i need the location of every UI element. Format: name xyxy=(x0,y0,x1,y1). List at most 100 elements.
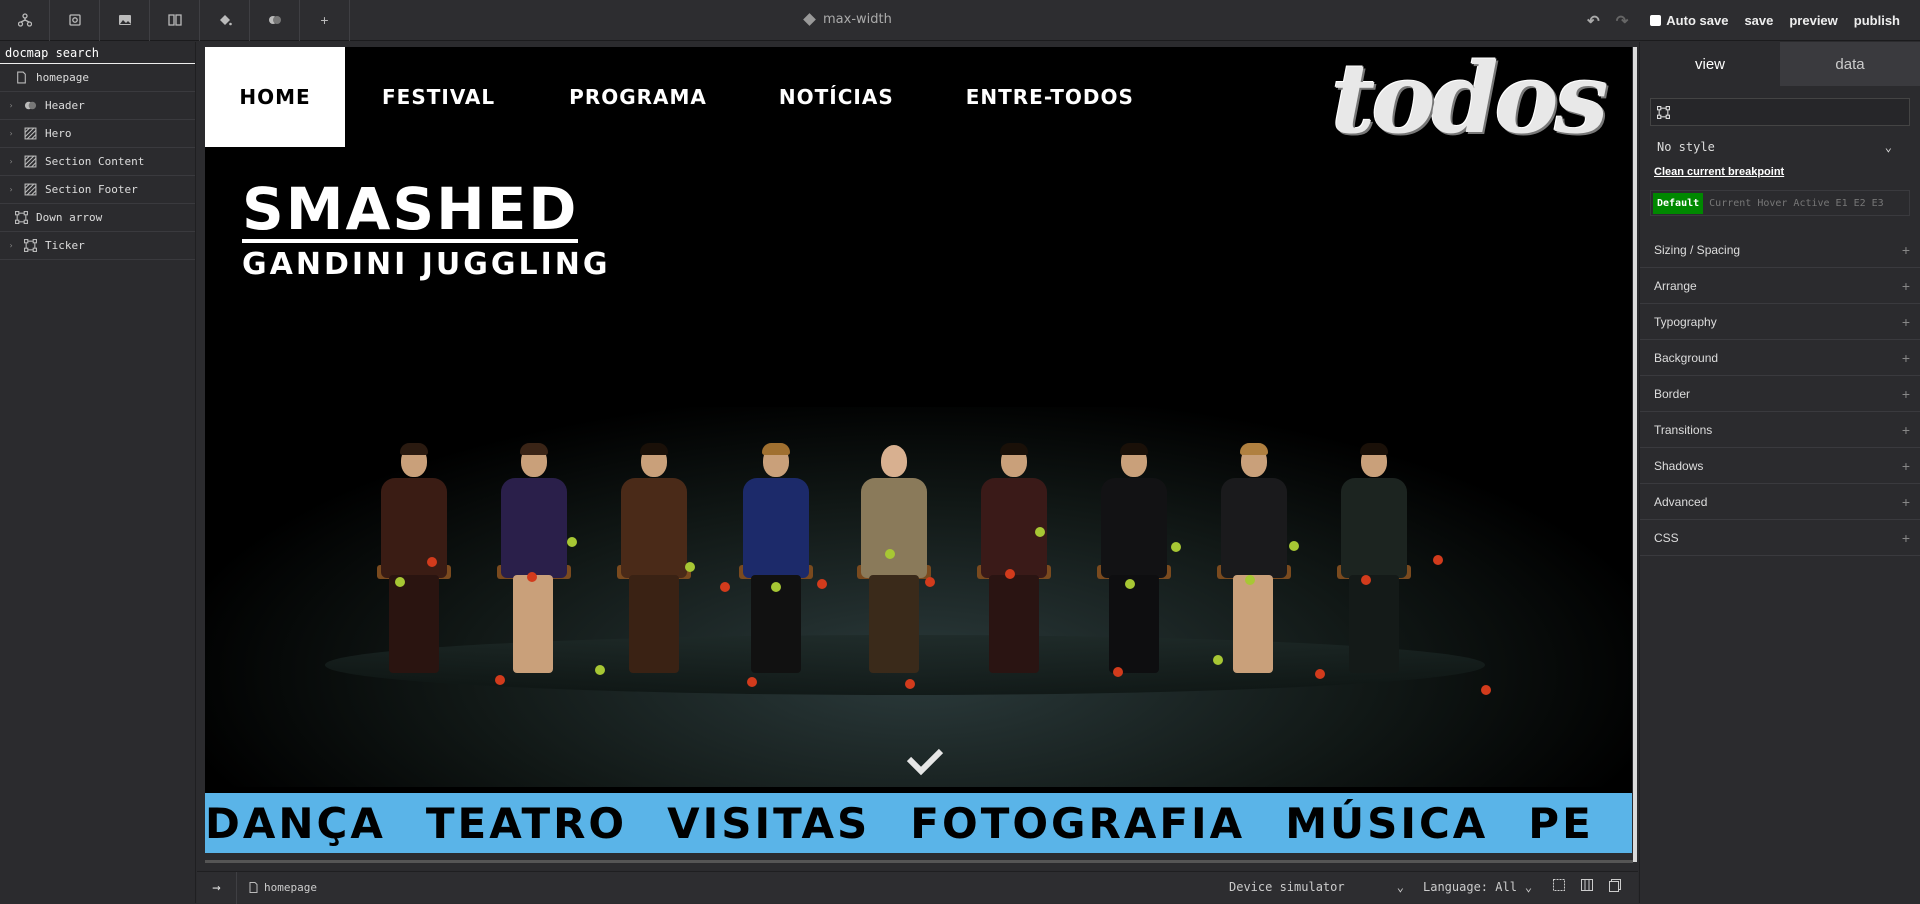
state-e2[interactable]: E2 xyxy=(1854,198,1866,209)
tab-view[interactable]: view xyxy=(1640,42,1780,86)
clean-breakpoint-link[interactable]: Clean current breakpoint xyxy=(1654,166,1920,178)
element-selector-field[interactable] xyxy=(1650,98,1910,126)
hero-subtitle[interactable]: GANDINI JUGGLING xyxy=(242,247,611,282)
undo-icon[interactable]: ↶ xyxy=(1587,12,1600,30)
plus-icon: + xyxy=(1901,313,1910,330)
preview-button[interactable]: preview xyxy=(1789,13,1837,28)
section-shadows[interactable]: Shadows + xyxy=(1640,448,1920,484)
frame-icon xyxy=(23,239,37,252)
paint-bucket-icon[interactable] xyxy=(200,0,250,41)
nav-programa[interactable]: PROGRAMA xyxy=(569,47,707,147)
state-e3[interactable]: E3 xyxy=(1872,198,1884,209)
tab-data[interactable]: data xyxy=(1780,42,1920,86)
autosave-toggle[interactable]: Auto save xyxy=(1650,13,1728,28)
hero-title[interactable]: SMASHED xyxy=(242,179,579,243)
chevron-down-icon: ⌄ xyxy=(1396,880,1404,894)
language-select[interactable]: Language: All ⌄ xyxy=(1423,880,1532,894)
plus-icon: + xyxy=(1901,349,1910,366)
performer xyxy=(493,443,573,695)
ticker-word: FOTOGRAFIA xyxy=(910,798,1246,848)
section-arrange[interactable]: Arrange + xyxy=(1640,268,1920,304)
section-css[interactable]: CSS + xyxy=(1640,520,1920,556)
docmap-item-hero[interactable]: › Hero xyxy=(0,120,195,148)
section-typography[interactable]: Typography + xyxy=(1640,304,1920,340)
outline-view-icon[interactable] xyxy=(1552,878,1566,892)
state-active[interactable]: Active xyxy=(1793,198,1829,209)
autosave-label: Auto save xyxy=(1666,13,1729,28)
current-page[interactable]: homepage xyxy=(249,881,317,894)
publish-button[interactable]: publish xyxy=(1854,13,1900,28)
autosave-checkbox[interactable] xyxy=(1650,15,1662,26)
ticker-word: DANÇA xyxy=(205,798,386,848)
expand-arrow-icon[interactable]: › xyxy=(5,129,17,138)
site-logo[interactable]: todos xyxy=(1331,51,1609,147)
apple xyxy=(1289,541,1299,551)
diamond-icon xyxy=(803,13,816,26)
performer xyxy=(1333,443,1413,695)
state-current[interactable]: Current xyxy=(1709,198,1751,209)
pages-view-icon[interactable] xyxy=(1608,878,1622,892)
expand-arrow-icon[interactable]: › xyxy=(5,185,17,194)
section-label: Typography xyxy=(1654,314,1717,329)
docmap-item-homepage[interactable]: homepage xyxy=(0,64,195,92)
docmap-item-ticker[interactable]: › Ticker xyxy=(0,232,195,260)
section-background[interactable]: Background + xyxy=(1640,340,1920,376)
nav-festival[interactable]: FESTIVAL xyxy=(382,47,495,147)
docmap-search-input[interactable]: docmap search xyxy=(0,42,195,64)
expand-arrow-icon[interactable]: › xyxy=(5,241,17,250)
plus-icon: + xyxy=(1901,421,1910,438)
plus-icon: + xyxy=(1901,241,1910,258)
plus-icon: + xyxy=(1901,529,1910,546)
docmap-item-label: Down arrow xyxy=(36,211,103,224)
section-label: CSS xyxy=(1654,530,1679,545)
performer xyxy=(853,445,933,695)
canvas-horizontal-scrollbar[interactable] xyxy=(205,860,1633,863)
arrow-right-icon[interactable]: → xyxy=(197,871,237,904)
down-arrow-icon[interactable] xyxy=(905,747,945,777)
chevron-down-icon: ⌄ xyxy=(1524,880,1533,894)
image-icon[interactable] xyxy=(100,0,150,41)
redo-icon[interactable]: ↷ xyxy=(1616,12,1629,30)
apple xyxy=(1005,569,1015,579)
save-button[interactable]: save xyxy=(1744,13,1773,28)
section-advanced[interactable]: Advanced + xyxy=(1640,484,1920,520)
nav-home[interactable]: HOME xyxy=(205,47,345,147)
expand-arrow-icon[interactable]: › xyxy=(5,157,17,166)
docmap-item-down-arrow[interactable]: Down arrow xyxy=(0,204,195,232)
site-nav: HOME FESTIVAL PROGRAMA NOTÍCIAS ENTRE-TO… xyxy=(205,47,1134,147)
state-selector: Default Current Hover Active E1 E2 E3 xyxy=(1650,190,1910,216)
nav-entre-todos[interactable]: ENTRE-TODOS xyxy=(966,47,1134,147)
section-border[interactable]: Border + xyxy=(1640,376,1920,412)
component-icon[interactable] xyxy=(50,0,100,41)
docmap-item-section-footer[interactable]: › Section Footer xyxy=(0,176,195,204)
apple xyxy=(495,675,505,685)
apple xyxy=(905,679,915,689)
columns-view-icon[interactable] xyxy=(1580,878,1594,892)
section-transitions[interactable]: Transitions + xyxy=(1640,412,1920,448)
docmap-item-header[interactable]: › Header xyxy=(0,92,195,120)
apple xyxy=(595,665,605,675)
state-default[interactable]: Default xyxy=(1653,192,1704,214)
inspector-panel: view data No style ⌄ Clean current break… xyxy=(1639,42,1920,903)
state-e1[interactable]: E1 xyxy=(1836,198,1848,209)
sitemap-icon[interactable] xyxy=(0,0,50,41)
device-simulator-select[interactable]: Device simulator ⌄ xyxy=(1229,880,1404,894)
state-hover[interactable]: Hover xyxy=(1757,198,1787,209)
breakpoint-title[interactable]: max-width xyxy=(803,12,892,27)
section-sizing-spacing[interactable]: Sizing / Spacing + xyxy=(1640,232,1920,268)
expand-arrow-icon[interactable]: › xyxy=(5,101,17,110)
canvas-scrollbar[interactable] xyxy=(1633,47,1637,862)
book-icon[interactable] xyxy=(150,0,200,41)
nav-noticias[interactable]: NOTÍCIAS xyxy=(779,47,894,147)
frame-icon xyxy=(14,211,28,224)
toggle-icon[interactable] xyxy=(250,0,300,41)
style-select[interactable]: No style ⌄ xyxy=(1650,134,1910,160)
docmap-item-label: Section Footer xyxy=(45,183,138,196)
ticker-band[interactable]: DANÇA TEATRO VISITAS FOTOGRAFIA MÚSICA P… xyxy=(205,793,1632,853)
ticker-word: VISITAS xyxy=(667,798,871,848)
docmap-item-section-content[interactable]: › Section Content xyxy=(0,148,195,176)
add-element-button[interactable]: + xyxy=(300,0,350,41)
apple xyxy=(1361,575,1371,585)
apple xyxy=(885,549,895,559)
site-preview[interactable]: HOME FESTIVAL PROGRAMA NOTÍCIAS ENTRE-TO… xyxy=(205,47,1632,853)
